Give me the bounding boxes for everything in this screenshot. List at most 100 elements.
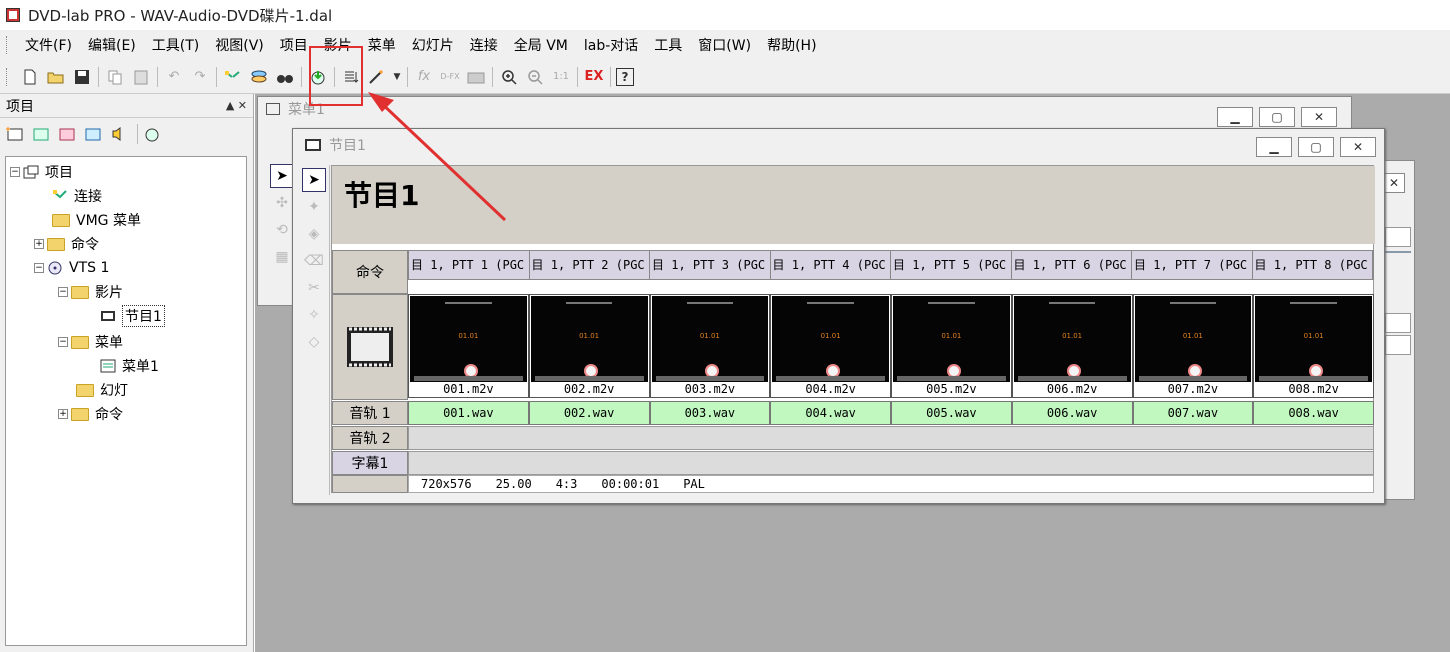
menu-slideshow[interactable]: 幻灯片	[404, 35, 462, 55]
eraser-tool-icon[interactable]: ⌫	[302, 249, 326, 273]
maximize-button[interactable]: ▢	[1298, 137, 1334, 157]
expand-icon[interactable]: +	[58, 409, 68, 419]
video-clip[interactable]: 01.01 004.m2v	[770, 294, 891, 398]
cut-tool-icon[interactable]: ✂	[302, 276, 326, 300]
magic-wand-icon[interactable]	[366, 66, 388, 88]
pro-ex-icon[interactable]: EX	[583, 66, 605, 88]
menu-file[interactable]: 文件(F)	[17, 35, 80, 55]
video-clip[interactable]: 01.01 003.m2v	[649, 294, 771, 398]
menubar-grip[interactable]	[6, 36, 9, 54]
third-window[interactable]: ✕	[1380, 160, 1415, 500]
dfx-icon[interactable]: D-FX	[439, 66, 461, 88]
command-cell[interactable]: 目 1, PTT 7 (PGC	[1132, 251, 1253, 279]
add-audio-icon[interactable]	[108, 123, 130, 145]
tree-node-connect[interactable]: 连接	[52, 185, 102, 207]
add-project-icon[interactable]	[4, 123, 26, 145]
add-slideshow-icon[interactable]	[82, 123, 104, 145]
marker-tool-icon[interactable]: ◇	[302, 330, 326, 354]
fx-icon[interactable]: fx	[413, 66, 435, 88]
zoom-in-icon[interactable]	[498, 66, 520, 88]
menu-tools-2[interactable]: 工具	[646, 35, 690, 55]
command-cell[interactable]: 目 1, PTT 5 (PGC	[891, 251, 1012, 279]
maximize-button[interactable]: ▢	[1259, 107, 1295, 127]
collapse-icon[interactable]: −	[58, 287, 68, 297]
video-clip[interactable]: 01.01 001.m2v	[408, 294, 529, 398]
collapse-icon[interactable]: −	[34, 263, 44, 273]
tree-node-movies[interactable]: − 影片	[58, 281, 123, 303]
menu-view[interactable]: 视图(V)	[207, 35, 272, 55]
video-clip[interactable]: 01.01 005.m2v	[891, 294, 1012, 398]
pointer-tool-icon[interactable]: ➤	[270, 164, 294, 188]
third-window-field[interactable]	[1385, 227, 1411, 247]
layers-icon[interactable]	[248, 66, 270, 88]
subtitle-track[interactable]	[408, 451, 1374, 475]
tree-node-movie-item[interactable]: 节目1	[100, 305, 165, 327]
zoom-one-icon[interactable]: 1:1	[550, 66, 572, 88]
menu-tools[interactable]: 工具(T)	[144, 35, 207, 55]
command-cell[interactable]: 目 1, PTT 1 (PGC	[409, 251, 530, 279]
tree-node-project[interactable]: − 项目	[10, 161, 73, 183]
menu-global-vm[interactable]: 全局 VM	[506, 35, 576, 55]
rotate-tool-icon[interactable]: ⟲	[270, 218, 294, 242]
menu-menu[interactable]: 菜单	[360, 35, 404, 55]
tree-node-vts-commands[interactable]: + 命令	[58, 403, 123, 425]
add-chapter-icon[interactable]: ✦	[302, 195, 326, 219]
paste-icon[interactable]	[130, 66, 152, 88]
grid-tool-icon[interactable]: ▦	[270, 245, 294, 269]
add-vts-icon[interactable]	[141, 123, 163, 145]
third-window-field[interactable]	[1385, 313, 1411, 333]
undo-icon[interactable]: ↶	[163, 66, 185, 88]
audio-clip[interactable]: 003.wav	[649, 401, 771, 425]
movie-window[interactable]: 节目1 ▁ ▢ ✕ ➤ ✦ ◈ ⌫ ✂ ✧ ◇ 节目1 命令 目 1, PTT …	[292, 128, 1385, 504]
add-menu-icon[interactable]	[30, 123, 52, 145]
dropdown-arrow-icon[interactable]: ▼	[392, 66, 402, 88]
tree-node-vmg-menu[interactable]: VMG 菜单	[52, 209, 141, 231]
collapse-icon[interactable]: −	[58, 337, 68, 347]
save-icon[interactable]	[71, 66, 93, 88]
tree-node-commands[interactable]: + 命令	[34, 233, 99, 255]
video-clip[interactable]: 01.01 007.m2v	[1132, 294, 1254, 398]
audio-clip[interactable]: 007.wav	[1132, 401, 1254, 425]
tree-node-vts[interactable]: − VTS 1	[34, 257, 109, 279]
menu-connect[interactable]: 连接	[462, 35, 506, 55]
minimize-button[interactable]: ▁	[1217, 107, 1253, 127]
command-cell[interactable]: 目 1, PTT 8 (PGC	[1253, 251, 1373, 279]
command-cell[interactable]: 目 1, PTT 4 (PGC	[771, 251, 891, 279]
audio-clip[interactable]: 001.wav	[408, 401, 529, 425]
video-clip[interactable]: 01.01 006.m2v	[1011, 294, 1133, 398]
new-file-icon[interactable]	[19, 66, 41, 88]
tree-node-slides[interactable]: 幻灯	[76, 379, 128, 401]
expand-icon[interactable]: +	[34, 239, 44, 249]
minimize-button[interactable]: ▁	[1256, 137, 1292, 157]
audio-clip[interactable]: 002.wav	[528, 401, 650, 425]
add-movie-icon[interactable]	[56, 123, 78, 145]
add-marker-icon[interactable]: ✧	[302, 303, 326, 327]
copy-icon[interactable]	[104, 66, 126, 88]
command-cell[interactable]: 目 1, PTT 3 (PGC	[650, 251, 771, 279]
audio-clip[interactable]: 006.wav	[1011, 401, 1133, 425]
command-cell[interactable]: 目 1, PTT 6 (PGC	[1012, 251, 1132, 279]
camera-icon[interactable]	[465, 66, 487, 88]
binoculars-icon[interactable]	[274, 66, 296, 88]
audio-track-2[interactable]	[408, 426, 1374, 450]
link-icon[interactable]	[222, 66, 244, 88]
audio-clip[interactable]: 004.wav	[770, 401, 891, 425]
command-cell[interactable]: 目 1, PTT 2 (PGC	[530, 251, 650, 279]
collapse-icon[interactable]: −	[10, 167, 20, 177]
transform-tool-icon[interactable]: ✣	[270, 191, 294, 215]
menu-help[interactable]: 帮助(H)	[759, 35, 824, 55]
help-icon[interactable]: ?	[616, 67, 634, 86]
toolbar-grip[interactable]	[6, 67, 9, 86]
video-clip[interactable]: 01.01 002.m2v	[528, 294, 650, 398]
redo-icon[interactable]: ↷	[189, 66, 211, 88]
third-window-field[interactable]	[1385, 335, 1411, 355]
close-button[interactable]: ✕	[1301, 107, 1337, 127]
menu-lab-dialog[interactable]: lab-对话	[576, 35, 646, 55]
menu-window-titlebar[interactable]: 菜单1	[258, 97, 1351, 121]
tree-node-menu-item[interactable]: 菜单1	[100, 355, 159, 377]
chapter-tool-icon[interactable]: ◈	[302, 222, 326, 246]
tree-node-menus[interactable]: − 菜单	[58, 331, 123, 353]
zoom-out-icon[interactable]	[524, 66, 546, 88]
close-button[interactable]: ✕	[1340, 137, 1376, 157]
pointer-tool-icon[interactable]: ➤	[302, 168, 326, 192]
